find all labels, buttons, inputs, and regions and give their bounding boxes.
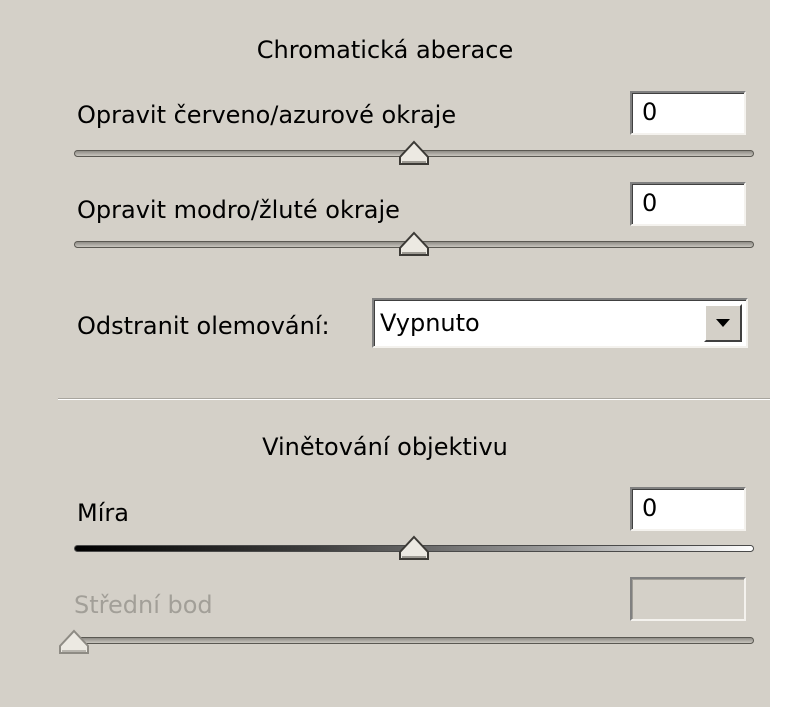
midpoint-slider-track[interactable] [74, 637, 754, 644]
blue-yellow-slider-thumb[interactable] [398, 231, 430, 257]
window-edge [770, 0, 787, 707]
red-cyan-label: Opravit červeno/azurové okraje [77, 101, 457, 129]
midpoint-label: Střední bod [74, 591, 213, 619]
blue-yellow-label: Opravit modro/žluté okraje [77, 196, 400, 224]
red-cyan-slider-thumb[interactable] [398, 140, 430, 166]
vignetting-heading: Vinětování objektivu [262, 433, 508, 461]
defringe-select[interactable]: Vypnuto [372, 298, 748, 348]
blue-yellow-input[interactable]: 0 [630, 182, 746, 226]
defringe-selected-value: Vypnuto [380, 309, 480, 337]
midpoint-slider-thumb[interactable] [58, 629, 90, 655]
amount-slider-thumb[interactable] [398, 535, 430, 561]
amount-label: Míra [77, 499, 129, 527]
triangle-thumb-icon [399, 140, 429, 165]
chromatic-aberration-heading: Chromatická aberace [256, 36, 514, 64]
defringe-dropdown-button[interactable] [704, 304, 742, 342]
red-cyan-input[interactable]: 0 [630, 91, 746, 135]
triangle-thumb-icon [399, 231, 429, 256]
section-divider [58, 398, 770, 400]
defringe-label: Odstranit olemování: [77, 312, 330, 340]
midpoint-input[interactable] [630, 577, 746, 621]
triangle-thumb-icon [399, 535, 429, 560]
lens-corrections-panel: Chromatická aberace Opravit červeno/azur… [0, 0, 770, 707]
triangle-down-icon [716, 319, 730, 327]
amount-input[interactable]: 0 [630, 487, 746, 531]
triangle-thumb-icon [59, 629, 89, 654]
